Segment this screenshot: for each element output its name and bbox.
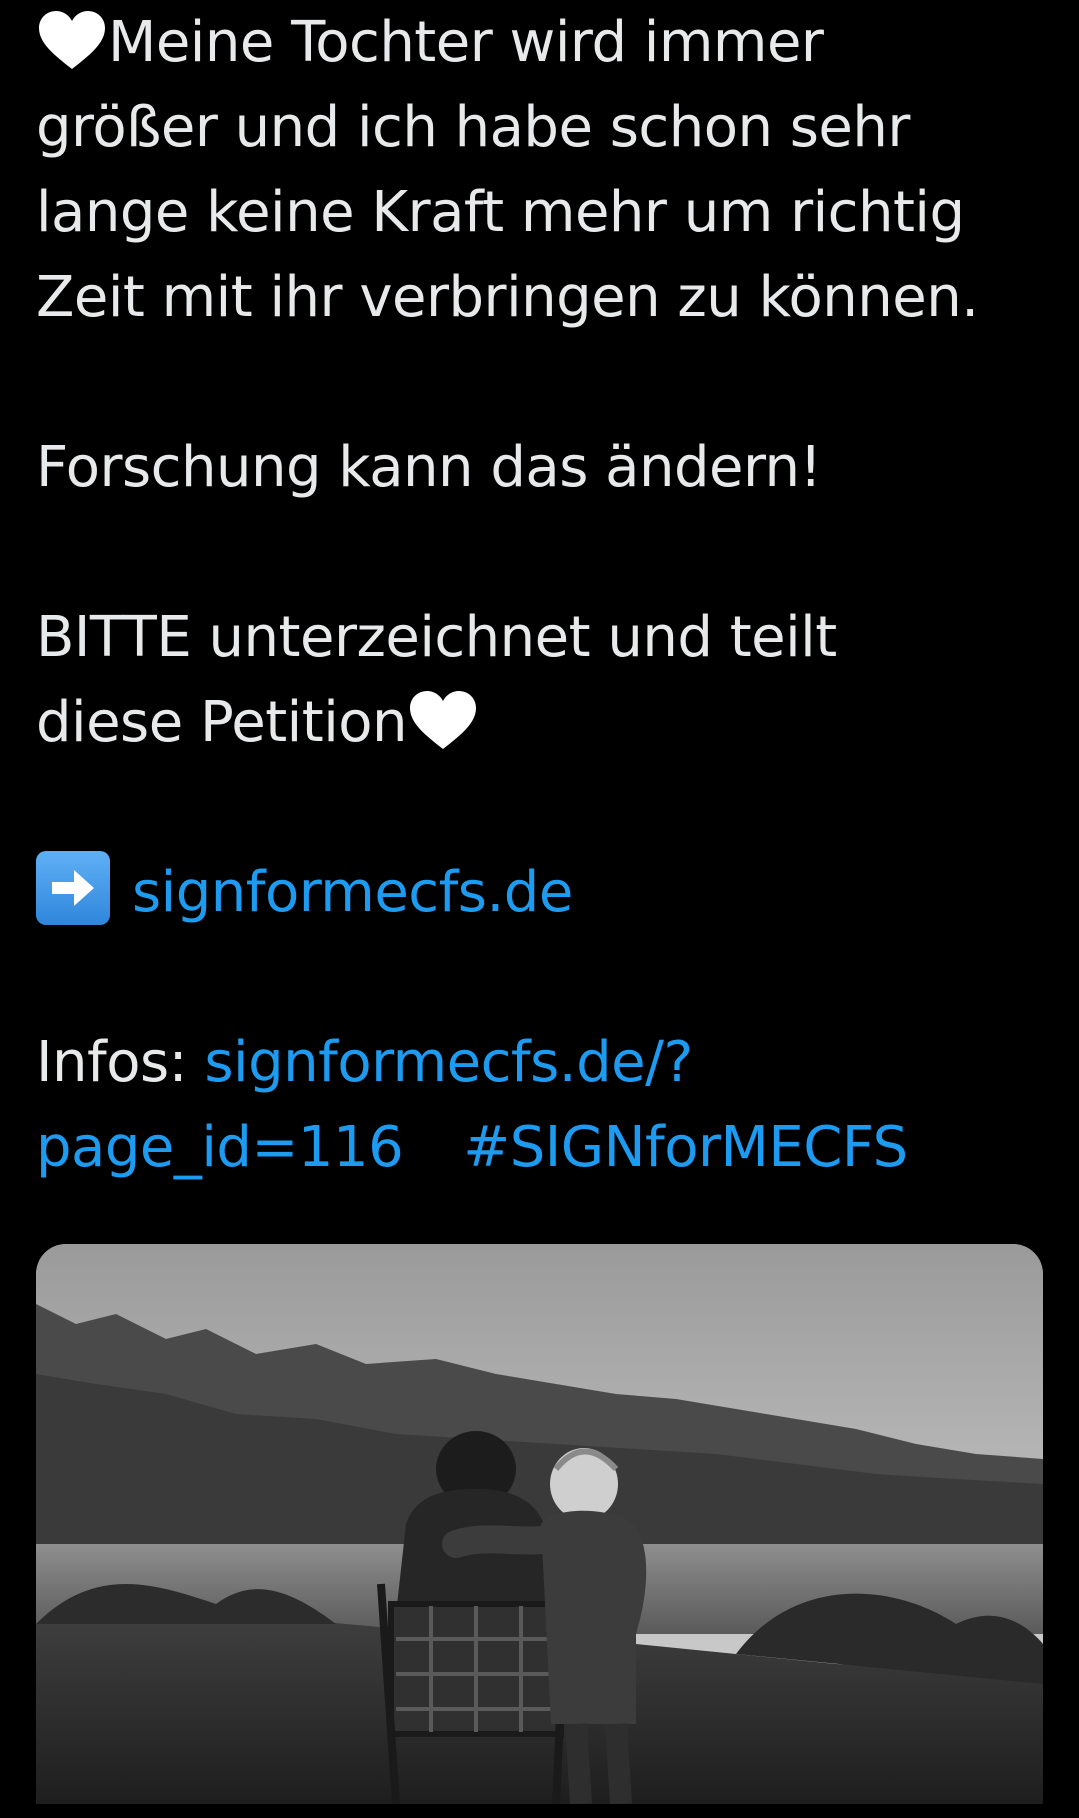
tweet-line-7: diese Petition [36,680,1046,765]
infos-link-continued[interactable]: page_id=116 [36,1115,404,1180]
tweet-infos-line-2: page_id=116 #SIGNforMECFS [36,1105,1046,1190]
tweet-infos-line: Infos: signformecfs.de/? [36,1020,1046,1105]
tweet-photo[interactable] [36,1244,1043,1804]
infos-label: Infos: [36,1030,205,1095]
right-arrow-emoji-icon [36,851,110,925]
white-heart-icon [36,9,108,71]
white-heart-icon [407,689,479,751]
tweet-body: Meine Tochter wird immer größer und ich … [36,0,1046,1190]
tweet-text-line-7: diese Petition [36,690,408,755]
tweet-link-line: signformecfs.de [36,850,1046,935]
petition-link[interactable]: signformecfs.de [132,860,573,925]
tweet-text-line-3: lange keine Kraft mehr um richtig [36,180,965,245]
tweet-text-line-1: Meine Tochter wird immer [108,10,824,75]
tweet-text-line-5: Forschung kann das ändern! [36,435,822,500]
hashtag-link[interactable]: #SIGNforMECFS [463,1115,908,1180]
photo-illustration [36,1244,1043,1804]
tweet-text-line-6: BITTE unterzeichnet und teilt [36,605,837,670]
infos-link[interactable]: signformecfs.de/? [204,1030,693,1095]
tweet-line-1: Meine Tochter wird immer [36,0,1046,85]
tweet-text-line-2: größer und ich habe schon sehr [36,95,910,160]
tweet-text-line-4: Zeit mit ihr verbringen zu können. [36,265,979,330]
